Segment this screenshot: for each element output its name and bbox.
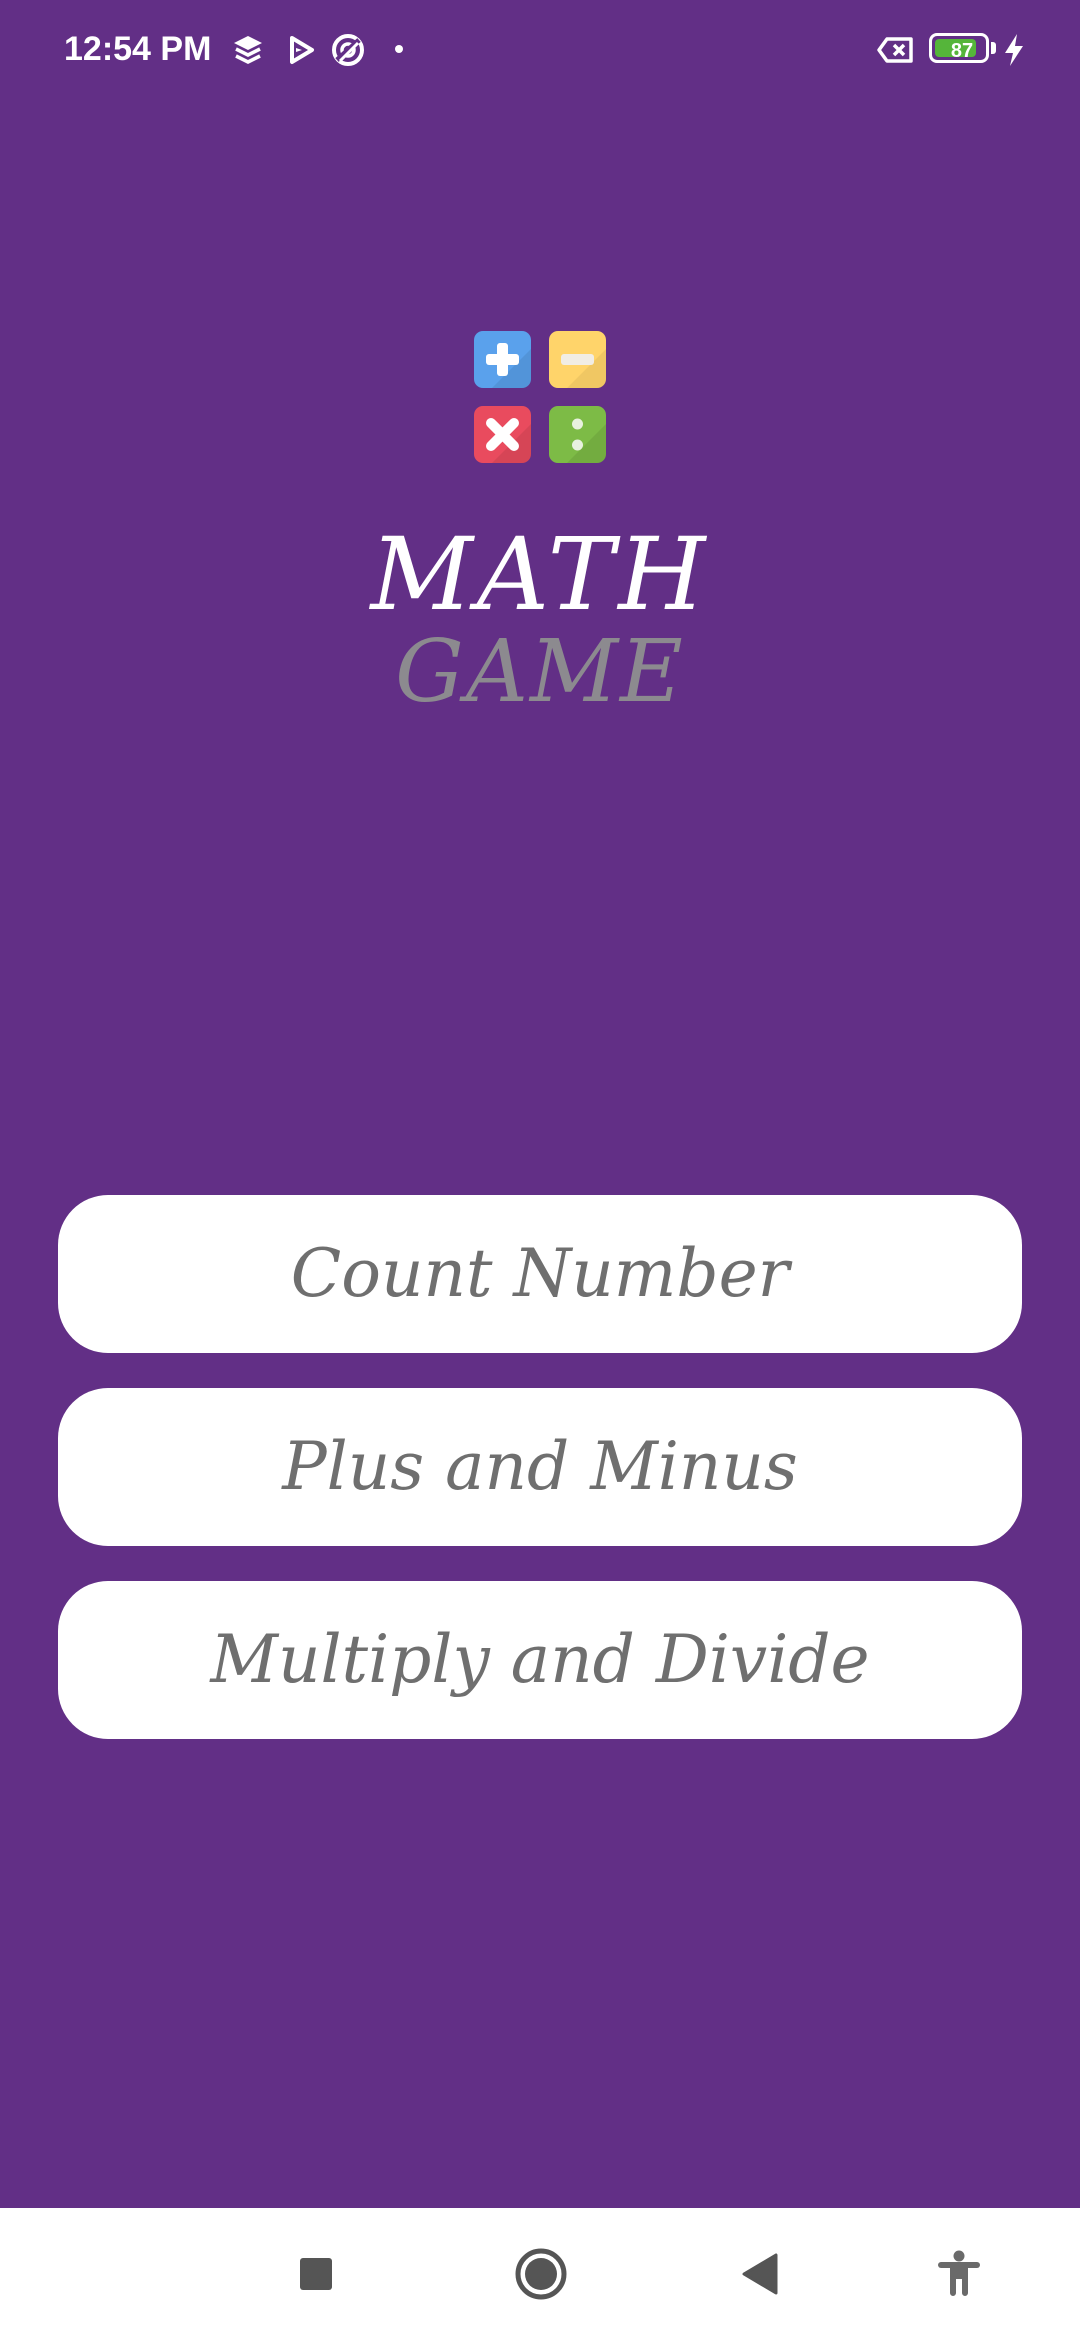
play-store-icon [282, 30, 322, 70]
battery-tip [991, 42, 996, 54]
multiply-icon [474, 406, 531, 463]
sync-icon [328, 30, 368, 70]
title-game: GAME [395, 622, 685, 722]
count-number-button[interactable]: Count Number [58, 1195, 1022, 1353]
multiply-and-divide-button[interactable]: Multiply and Divide [58, 1581, 1022, 1739]
battery-icon: 87 [929, 33, 997, 65]
recents-icon[interactable] [285, 2243, 347, 2305]
plus-and-minus-button[interactable]: Plus and Minus [58, 1388, 1022, 1546]
battery-percent: 87 [950, 40, 974, 62]
sim-off-icon [875, 30, 917, 70]
notification-dot [395, 45, 403, 53]
layers-icon [228, 30, 268, 70]
status-bar: 12:54 PM 87 [0, 0, 1080, 100]
status-time: 12:54 PM [64, 30, 212, 68]
plus-icon [474, 331, 531, 388]
accessibility-icon[interactable] [928, 2243, 990, 2305]
home-icon[interactable] [510, 2243, 572, 2305]
minus-icon [549, 331, 606, 388]
battery-body: 87 [929, 33, 989, 63]
charging-bolt-icon [1000, 30, 1028, 70]
divide-icon [549, 406, 606, 463]
back-icon[interactable] [730, 2243, 792, 2305]
app-screen: 12:54 PM 87 MATH GAME Count Number Plus … [0, 0, 1080, 2208]
title-math: MATH [370, 516, 710, 633]
navigation-bar [0, 2208, 1080, 2340]
